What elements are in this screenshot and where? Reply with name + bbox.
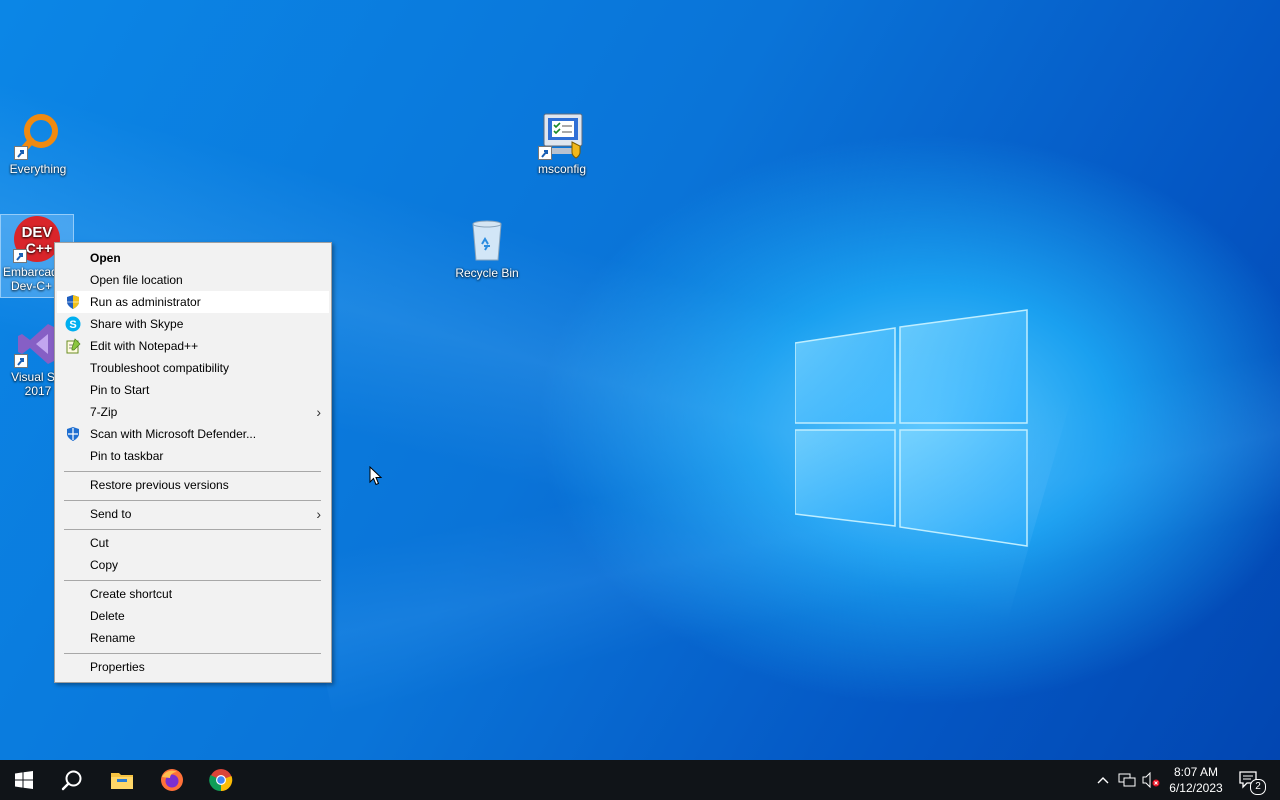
desktop-icon-label: Recycle Bin (455, 266, 519, 280)
menu-item-pin-to-start[interactable]: Pin to Start (57, 379, 329, 401)
defender-icon (65, 426, 81, 442)
msconfig-app-icon (538, 112, 586, 160)
windows-logo-icon (15, 771, 33, 789)
menu-item-delete[interactable]: Delete (57, 605, 329, 627)
taskbar-clock[interactable]: 8:07 AM 6/12/2023 (1160, 764, 1232, 796)
taskbar-firefox[interactable] (148, 760, 196, 800)
shortcut-arrow-icon (13, 249, 27, 263)
menu-separator (64, 580, 321, 581)
desktop-icon-recycle-bin[interactable]: Recycle Bin (449, 216, 525, 280)
menu-item-run-as-administrator[interactable]: Run as administrator (57, 291, 329, 313)
uac-shield-icon (65, 294, 81, 310)
network-icon (1118, 773, 1136, 787)
recycle-bin-icon (463, 216, 511, 264)
tray-overflow-chevron[interactable] (1092, 760, 1114, 800)
desktop-icon-label: Everything (9, 162, 67, 176)
taskbar-chrome[interactable] (197, 760, 245, 800)
taskbar: 8:07 AM 6/12/2023 2 (0, 760, 1280, 800)
submenu-chevron-icon: › (316, 506, 321, 522)
menu-item-copy[interactable]: Copy (57, 554, 329, 576)
svg-text:S: S (69, 319, 76, 331)
submenu-chevron-icon: › (316, 404, 321, 420)
desktop-icon-everything[interactable]: Everything (0, 112, 76, 176)
menu-separator (64, 529, 321, 530)
volume-muted-icon (1142, 772, 1160, 788)
menu-item-properties[interactable]: Properties (57, 656, 329, 678)
clock-time: 8:07 AM (1173, 765, 1219, 779)
clock-date: 6/12/2023 (1169, 781, 1223, 795)
menu-item-rename[interactable]: Rename (57, 627, 329, 649)
menu-item-troubleshoot-compatibility[interactable]: Troubleshoot compatibility (57, 357, 329, 379)
menu-item-open[interactable]: Open (57, 247, 329, 269)
menu-item-open-file-location[interactable]: Open file location (57, 269, 329, 291)
menu-item-7zip[interactable]: 7-Zip › (57, 401, 329, 423)
action-center-button[interactable]: 2 (1234, 760, 1266, 800)
menu-separator (64, 653, 321, 654)
search-button[interactable] (48, 760, 96, 800)
menu-separator (64, 500, 321, 501)
notepad-plus-plus-icon (65, 338, 81, 354)
svg-text:C++: C++ (26, 240, 52, 256)
shortcut-arrow-icon (14, 354, 28, 368)
windows-wallpaper-logo (795, 309, 1028, 547)
shortcut-arrow-icon (14, 146, 28, 160)
desktop-icon-label: msconfig (537, 162, 587, 176)
mouse-cursor-icon (369, 466, 383, 486)
desktop-icon-msconfig[interactable]: msconfig (524, 112, 600, 176)
context-menu: Open Open file location Run as administr… (54, 242, 332, 683)
menu-item-pin-to-taskbar[interactable]: Pin to taskbar (57, 445, 329, 467)
chrome-icon (209, 769, 233, 792)
notification-count-badge: 2 (1250, 779, 1266, 795)
taskbar-file-explorer[interactable] (98, 760, 146, 800)
menu-item-restore-previous-versions[interactable]: Restore previous versions (57, 474, 329, 496)
menu-item-cut[interactable]: Cut (57, 532, 329, 554)
start-button[interactable] (0, 760, 48, 800)
menu-item-scan-with-defender[interactable]: Scan with Microsoft Defender... (57, 423, 329, 445)
menu-item-create-shortcut[interactable]: Create shortcut (57, 583, 329, 605)
chevron-up-icon (1097, 777, 1109, 784)
shortcut-arrow-icon (538, 146, 552, 160)
menu-item-edit-with-notepadpp[interactable]: Edit with Notepad++ (57, 335, 329, 357)
file-explorer-icon (111, 773, 133, 789)
search-icon (61, 770, 82, 791)
svg-text:DEV: DEV (22, 224, 53, 241)
tray-volume[interactable] (1140, 760, 1162, 800)
menu-separator (64, 471, 321, 472)
menu-item-share-with-skype[interactable]: S Share with Skype (57, 313, 329, 335)
everything-app-icon (14, 112, 62, 160)
tray-network[interactable] (1116, 760, 1138, 800)
menu-item-send-to[interactable]: Send to › (57, 503, 329, 525)
firefox-icon (161, 769, 183, 791)
skype-icon: S (65, 316, 81, 332)
